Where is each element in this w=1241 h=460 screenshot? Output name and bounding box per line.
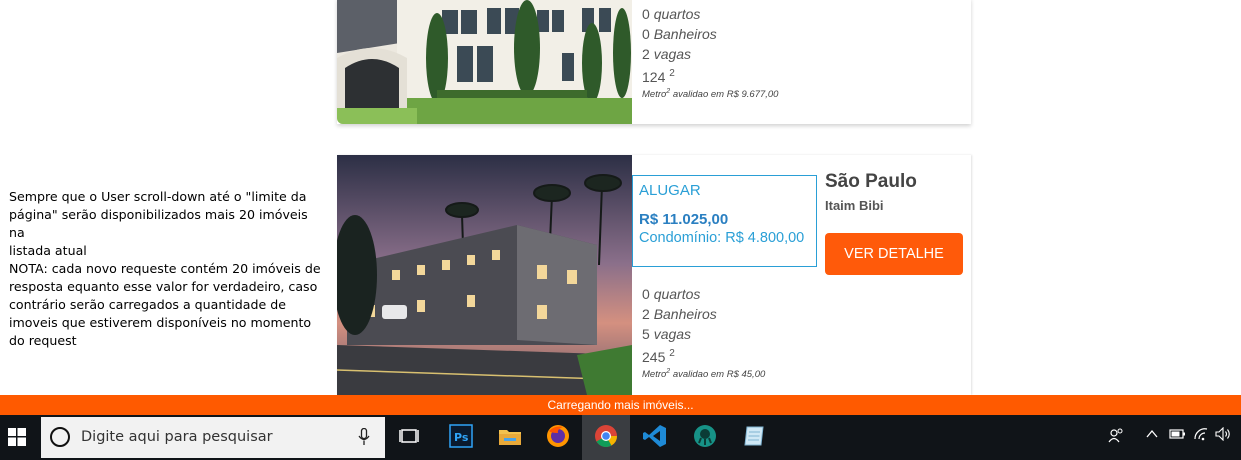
parking: 2 vagas <box>642 44 778 64</box>
listing-photo-townhouses[interactable] <box>337 155 632 395</box>
firefox-icon[interactable] <box>545 423 571 449</box>
people-icon[interactable] <box>1108 427 1124 448</box>
listing-features: 0 quartos 2 Banheiros 5 vagas 245 2 Metr… <box>642 284 765 380</box>
note-line: imoveis que estiverem disponíveis no mom… <box>9 315 312 330</box>
notepad-icon[interactable] <box>741 423 767 449</box>
view-details-button[interactable]: VER DETALHE <box>825 233 963 275</box>
area-unit-sup: 2 <box>669 68 675 79</box>
bathrooms: 2 Banheiros <box>642 304 765 324</box>
bathrooms-label: Banheiros <box>653 26 717 42</box>
parking: 5 vagas <box>642 324 765 344</box>
note-line: Sempre que o User scroll-down até o "lim… <box>9 189 307 204</box>
volume-icon[interactable] <box>1215 426 1233 446</box>
rent-price: R$ 11.025,00 <box>639 211 729 228</box>
chrome-icon[interactable] <box>593 423 619 449</box>
photoshop-icon[interactable]: Ps <box>448 423 474 449</box>
vscode-icon[interactable] <box>642 423 668 449</box>
windows-start-icon[interactable] <box>8 428 26 451</box>
metro-prefix: Metro <box>642 89 667 100</box>
bedrooms: 0 quartos <box>642 4 778 24</box>
bedrooms: 0 quartos <box>642 284 765 304</box>
price-box: ALUGAR R$ 11.025,00 Condomínio: R$ 4.800… <box>632 175 817 267</box>
listing-photo-mansion[interactable] <box>337 0 632 124</box>
note-line: do request <box>9 333 77 348</box>
listing-card[interactable]: ALUGAR R$ 11.025,00 Condomínio: R$ 4.800… <box>337 155 971 395</box>
parking-label: vagas <box>653 326 692 342</box>
loading-more-bar: Carregando mais imóveis... <box>0 395 1241 415</box>
transaction-type: ALUGAR <box>639 182 701 199</box>
note-line: listada atual <box>9 243 87 258</box>
bathrooms-label: Banheiros <box>653 306 717 322</box>
bathrooms: 0 Banheiros <box>642 24 778 44</box>
taskbar-search-box[interactable]: Digite aqui para pesquisar <box>41 417 385 458</box>
area-value: 245 <box>642 349 666 365</box>
gitkraken-icon[interactable] <box>692 423 718 449</box>
search-placeholder: Digite aqui para pesquisar <box>81 429 273 445</box>
microphone-icon[interactable] <box>358 427 370 451</box>
area-value: 124 <box>642 69 666 85</box>
price-per-meter: Metro2 avalidao em R$ 9.677,00 <box>642 88 778 100</box>
annotation-note: Sempre que o User scroll-down até o "lim… <box>9 188 324 350</box>
photoshop-label: Ps <box>454 431 469 444</box>
condominium-fee: Condomínio: R$ 4.800,00 <box>639 230 805 246</box>
area-unit-sup: 2 <box>669 348 675 359</box>
parking-count: 5 <box>642 326 650 342</box>
note-line: página" serão disponibilizados mais 20 i… <box>9 207 308 240</box>
bedrooms-label: quartos <box>653 286 701 302</box>
parking-count: 2 <box>642 46 650 62</box>
bedrooms-label: quartos <box>653 6 701 22</box>
bedrooms-count: 0 <box>642 6 650 22</box>
price-per-meter: Metro2 avalidao em R$ 45,00 <box>642 368 765 380</box>
file-explorer-icon[interactable] <box>497 423 523 449</box>
parking-label: vagas <box>653 46 692 62</box>
bathrooms-count: 2 <box>642 306 650 322</box>
listing-features: 0 quartos 0 Banheiros 2 vagas 124 2 Metr… <box>642 4 778 100</box>
note-line: NOTA: cada novo requeste contém 20 imóve… <box>9 261 321 276</box>
task-view-icon[interactable] <box>397 423 423 449</box>
cortana-icon <box>50 427 70 447</box>
note-line: contrário serão carregados a quantidade … <box>9 297 286 312</box>
area: 124 2 <box>642 64 778 85</box>
area: 245 2 <box>642 344 765 365</box>
wifi-icon[interactable] <box>1193 427 1209 446</box>
metro-suffix: avalidao em R$ 45,00 <box>670 369 766 380</box>
bedrooms-count: 0 <box>642 286 650 302</box>
neighborhood-name: Itaim Bibi <box>825 198 884 213</box>
city-name: São Paulo <box>825 171 917 192</box>
metro-suffix: avalidao em R$ 9.677,00 <box>670 89 779 100</box>
chevron-up-icon[interactable] <box>1145 427 1159 446</box>
listing-card[interactable]: 0 quartos 0 Banheiros 2 vagas 124 2 Metr… <box>337 0 971 124</box>
bathrooms-count: 0 <box>642 26 650 42</box>
taskbar: Digite aqui para pesquisar Ps <box>0 415 1241 460</box>
note-line: resposta equanto esse valor for verdadei… <box>9 279 318 294</box>
battery-icon[interactable] <box>1168 427 1186 446</box>
metro-prefix: Metro <box>642 369 667 380</box>
